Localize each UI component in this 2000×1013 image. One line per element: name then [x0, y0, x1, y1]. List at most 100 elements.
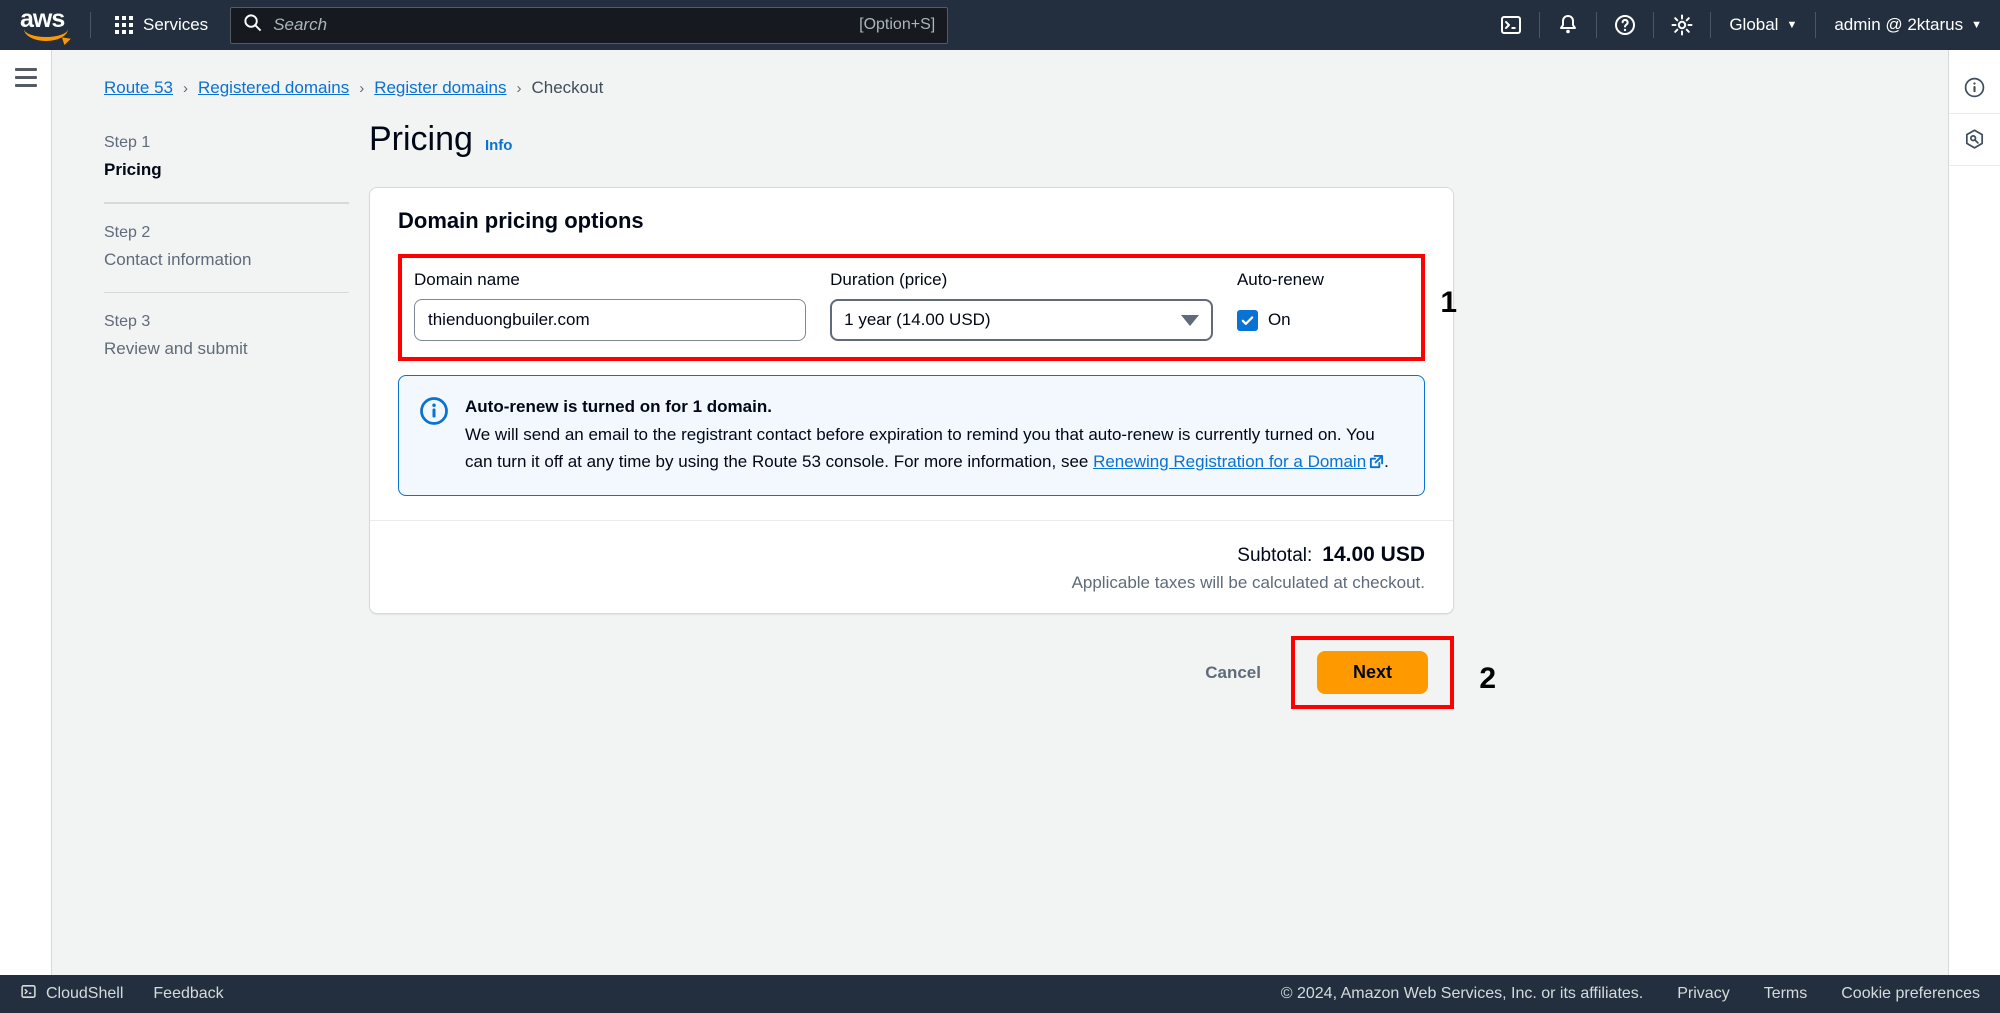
search-input[interactable]: Search [273, 15, 848, 35]
settings-icon[interactable] [1654, 0, 1710, 50]
step-number: Step 1 [104, 134, 151, 151]
wizard-form-column: Pricing Info Domain pricing options Doma… [369, 120, 1496, 710]
wizard-steps-nav: Step 1 Pricing Step 2 Contact informatio… [104, 120, 369, 709]
aws-logo-text: aws [20, 5, 65, 33]
footer-privacy-link[interactable]: Privacy [1677, 985, 1729, 1003]
account-menu[interactable]: admin @ 2ktarus ▼ [1816, 0, 2000, 50]
auto-renew-checkbox[interactable] [1236, 309, 1258, 331]
auto-renew-field-group: Auto-renew On [1236, 270, 1405, 341]
footer-copyright: © 2024, Amazon Web Services, Inc. or its… [1280, 985, 1644, 1002]
hamburger-menu-icon[interactable] [14, 68, 37, 92]
duration-field-group: Duration (price) 1 year (14.00 USD) [830, 270, 1213, 341]
domain-name-field-group: Domain name thienduongbuiler.com [414, 270, 807, 341]
step-label: Review and submit [104, 339, 248, 358]
footer-cloudshell-button[interactable]: CloudShell [20, 983, 123, 1005]
duration-select[interactable]: 1 year (14.00 USD) [830, 299, 1213, 341]
cloudshell-icon [20, 983, 37, 1005]
grid-icon [115, 16, 133, 34]
next-button[interactable]: Next [1316, 651, 1428, 695]
page-footer: CloudShell Feedback © 2024, Amazon Web S… [0, 975, 2000, 1013]
breadcrumb-item-registered-domains[interactable]: Registered domains [198, 78, 349, 98]
info-circle-icon [419, 394, 449, 477]
step-label: Contact information [104, 250, 252, 269]
support-panel-icon[interactable] [1948, 114, 2000, 166]
footer-cloudshell-label: CloudShell [46, 985, 124, 1002]
left-navigation-rail [0, 50, 52, 975]
region-label: Global [1729, 15, 1779, 34]
container-title: Domain pricing options [398, 208, 644, 233]
search-icon [243, 13, 262, 37]
alert-title: Auto-renew is turned on for 1 domain. [465, 397, 772, 416]
page-title: Pricing [369, 120, 473, 158]
chevron-down-icon: ▼ [1971, 19, 1982, 31]
step-number: Step 3 [104, 313, 151, 330]
chevron-right-icon: › [359, 79, 365, 97]
info-link[interactable]: Info [485, 137, 513, 154]
page-body: Route 53 › Registered domains › Register… [0, 50, 2000, 975]
next-button-highlight: Next [1290, 636, 1454, 710]
breadcrumb-item-checkout: Checkout [531, 78, 604, 97]
alert-text-end: . [1384, 451, 1389, 471]
alert-body: Auto-renew is turned on for 1 domain. We… [465, 394, 1404, 477]
footer-terms-link[interactable]: Terms [1764, 985, 1808, 1003]
footer-right-group: © 2024, Amazon Web Services, Inc. or its… [1281, 985, 1980, 1003]
services-menu-button[interactable]: Services [105, 9, 218, 41]
breadcrumb-item-register-domains[interactable]: Register domains [374, 78, 506, 98]
right-tools-rail [1948, 50, 2000, 975]
account-label: admin @ 2ktarus [1834, 15, 1964, 34]
top-navigation-bar: aws Services Search [Option+S] Global ▼ … [0, 0, 2000, 50]
annotation-marker-1: 1 [1440, 286, 1457, 319]
chevron-down-icon [1180, 314, 1199, 326]
wizard-layout: Step 1 Pricing Step 2 Contact informatio… [52, 120, 1948, 710]
annotation-marker-2: 2 [1479, 662, 1496, 696]
duration-label: Duration (price) [830, 270, 948, 289]
wizard-step-pricing[interactable]: Step 1 Pricing [104, 120, 349, 203]
tax-note: Applicable taxes will be calculated at c… [1071, 573, 1425, 593]
subtotal-line: Subtotal: 14.00 USD [370, 543, 1425, 567]
domain-pricing-options-container: Domain pricing options Domain name thien… [369, 187, 1457, 615]
page-title-row: Pricing Info [369, 120, 1454, 159]
chevron-right-icon: › [516, 79, 522, 97]
search-shortcut-hint: [Option+S] [859, 16, 936, 33]
nav-right-group: Global ▼ admin @ 2ktarus ▼ [1483, 0, 2000, 50]
subtotal-label: Subtotal: [1237, 545, 1313, 567]
auto-renew-checkbox-row[interactable]: On [1236, 299, 1405, 341]
domain-name-label: Domain name [414, 270, 520, 289]
services-label: Services [143, 15, 209, 34]
step-label: Pricing [104, 160, 162, 179]
auto-renew-label: Auto-renew [1236, 270, 1324, 289]
region-selector[interactable]: Global ▼ [1711, 0, 1815, 50]
wizard-step-review-and-submit[interactable]: Step 3 Review and submit [104, 292, 349, 381]
step-number: Step 2 [104, 224, 151, 241]
aws-logo-smile [24, 29, 68, 41]
duration-selected-value: 1 year (14.00 USD) [844, 310, 991, 329]
nav-divider [90, 12, 91, 38]
chevron-down-icon: ▼ [1786, 19, 1798, 31]
bell-icon[interactable] [1540, 0, 1596, 50]
subtotal-value: 14.00 USD [1322, 543, 1425, 567]
pricing-row-highlighted: Domain name thienduongbuiler.com Duratio… [398, 254, 1457, 361]
footer-feedback-link[interactable]: Feedback [153, 985, 223, 1003]
info-panel-icon[interactable] [1948, 62, 2000, 114]
aws-logo[interactable]: aws [20, 5, 76, 42]
container-body: Domain name thienduongbuiler.com Duratio… [370, 254, 1457, 520]
footer-cookie-preferences-link[interactable]: Cookie preferences [1841, 985, 1980, 1003]
wizard-step-contact-information[interactable]: Step 2 Contact information [104, 203, 349, 292]
breadcrumb-item-route53[interactable]: Route 53 [104, 78, 173, 98]
cloudshell-icon[interactable] [1483, 0, 1539, 50]
help-icon[interactable] [1597, 0, 1653, 50]
external-link-icon [1369, 451, 1384, 477]
footer-left-group: CloudShell Feedback [20, 983, 224, 1005]
breadcrumb: Route 53 › Registered domains › Register… [52, 50, 1948, 98]
global-search-box[interactable]: Search [Option+S] [230, 6, 949, 44]
auto-renew-state-label: On [1267, 310, 1291, 329]
container-header: Domain pricing options [370, 188, 1453, 254]
domain-name-input[interactable]: thienduongbuiler.com [414, 299, 807, 341]
renewing-registration-link[interactable]: Renewing Registration for a Domain [1093, 452, 1366, 471]
cancel-button[interactable]: Cancel [1187, 653, 1279, 693]
chevron-right-icon: › [183, 79, 188, 97]
subtotal-section: Subtotal: 14.00 USD Applicable taxes will… [370, 521, 1453, 613]
wizard-actions: Cancel Next 2 [369, 636, 1496, 710]
auto-renew-info-alert: Auto-renew is turned on for 1 domain. We… [398, 375, 1425, 497]
main-content: Route 53 › Registered domains › Register… [52, 50, 1948, 975]
